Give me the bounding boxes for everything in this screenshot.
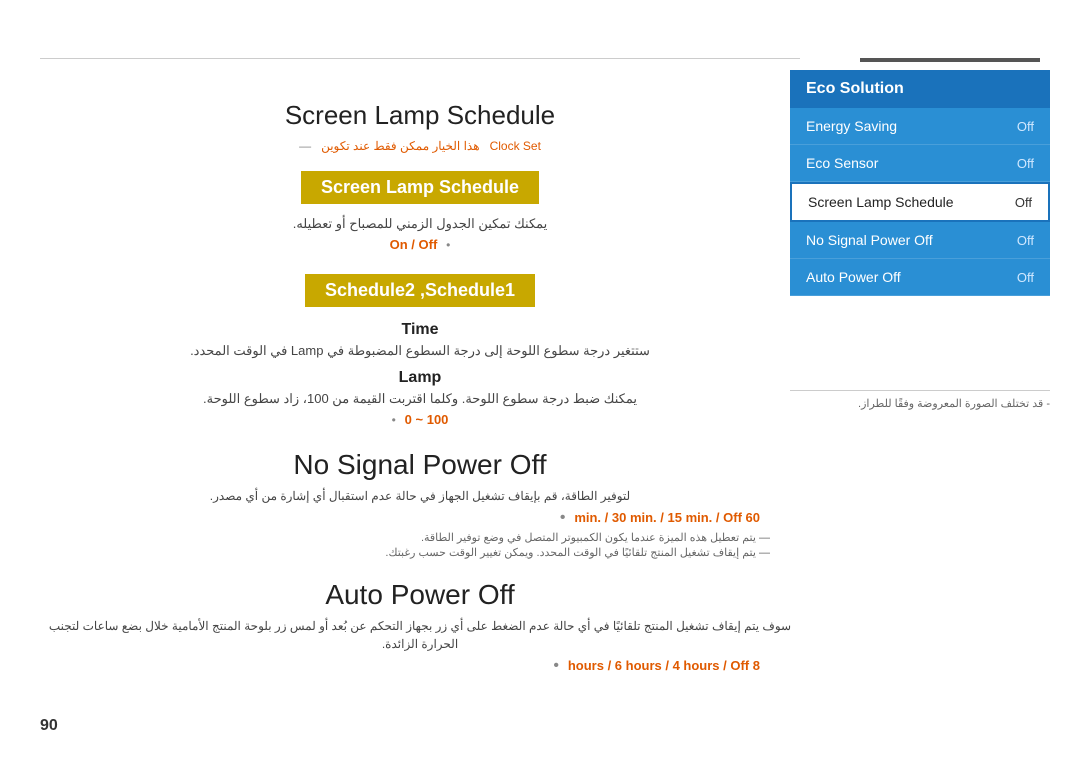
time-subsection: Time ستتغير درجة سطوع اللوحة إلى درجة ال… (40, 321, 800, 359)
time-arabic: ستتغير درجة سطوع اللوحة إلى درجة السطوع … (40, 343, 800, 359)
clock-note: Clock Set هذا الخيار ممكن فقط عند تكوين … (40, 139, 800, 153)
lamp-subsection: Lamp يمكنك ضبط درجة سطوع اللوحة. وكلما ا… (40, 369, 800, 429)
lamp-title: Lamp (40, 369, 800, 387)
screen-lamp-value: Off (1015, 195, 1032, 210)
top-right-bar (860, 58, 1040, 62)
sidebar-item-energy-saving[interactable]: Energy Saving Off (790, 108, 1050, 145)
clock-note-arabic: هذا الخيار ممكن فقط عند تكوين (321, 139, 479, 153)
auto-power-label: Auto Power Off (806, 269, 901, 285)
highlight-box2-wrapper: Schedule2 ,Schedule1 (40, 264, 800, 321)
sidebar-item-eco-sensor[interactable]: Eco Sensor Off (790, 145, 1050, 182)
screen-lamp-label: Screen Lamp Schedule (808, 194, 954, 210)
sidebar-item-auto-power[interactable]: Auto Power Off Off (790, 259, 1050, 296)
section1-title: Screen Lamp Schedule (40, 100, 800, 131)
sidebar-note: قد تختلف الصورة المعروضة وفقًا للطراز. (790, 390, 1050, 410)
main-content: Screen Lamp Schedule Clock Set هذا الخيا… (40, 70, 800, 703)
highlight-box2: Schedule2 ,Schedule1 (305, 274, 535, 307)
section1-arabic-desc: يمكنك تمكين الجدول الزمني للمصباح أو تعط… (40, 216, 800, 232)
sidebar-header: Eco Solution (790, 70, 1050, 108)
section2-note2: يتم إيقاف تشغيل المنتج تلقائيًا في الوقت… (40, 546, 800, 559)
section2-arabic: لتوفير الطاقة، قم بإيقاف تشغيل الجهاز في… (40, 487, 800, 505)
highlight-box1: Screen Lamp Schedule (301, 171, 539, 204)
sidebar: Eco Solution Energy Saving Off Eco Senso… (790, 70, 1050, 296)
page-number: 90 (40, 717, 58, 735)
clock-note-link: Clock Set (490, 139, 541, 153)
eco-sensor-value: Off (1017, 156, 1034, 171)
energy-saving-label: Energy Saving (806, 118, 897, 134)
eco-sensor-label: Eco Sensor (806, 155, 878, 171)
top-line (40, 58, 800, 59)
section2-title: No Signal Power Off (40, 449, 800, 481)
sidebar-item-no-signal[interactable]: No Signal Power Off Off (790, 222, 1050, 259)
section3-title: Auto Power Off (40, 579, 800, 611)
no-signal-label: No Signal Power Off (806, 232, 933, 248)
lamp-arabic: يمكنك ضبط درجة سطوع اللوحة. وكلما اقتربت… (40, 391, 800, 407)
section2-note1: يتم تعطيل هذه الميزة عندما يكون الكمبيوت… (40, 531, 800, 544)
section2-options: 60 min. / 30 min. / 15 min. / Off (574, 510, 760, 525)
highlight-box1-wrapper: Screen Lamp Schedule (40, 171, 800, 216)
lamp-range: 100 ~ 0 (405, 412, 449, 427)
section3-arabic: سوف يتم إيقاف تشغيل المنتج تلقائيًا في أ… (40, 617, 800, 653)
time-title: Time (40, 321, 800, 339)
auto-power-value: Off (1017, 270, 1034, 285)
energy-saving-value: Off (1017, 119, 1034, 134)
no-signal-value: Off (1017, 233, 1034, 248)
sidebar-item-screen-lamp[interactable]: Screen Lamp Schedule Off (790, 182, 1050, 222)
on-off-label: On / Off (390, 237, 438, 252)
section3-options: 8 hours / 6 hours / 4 hours / Off (568, 658, 760, 673)
